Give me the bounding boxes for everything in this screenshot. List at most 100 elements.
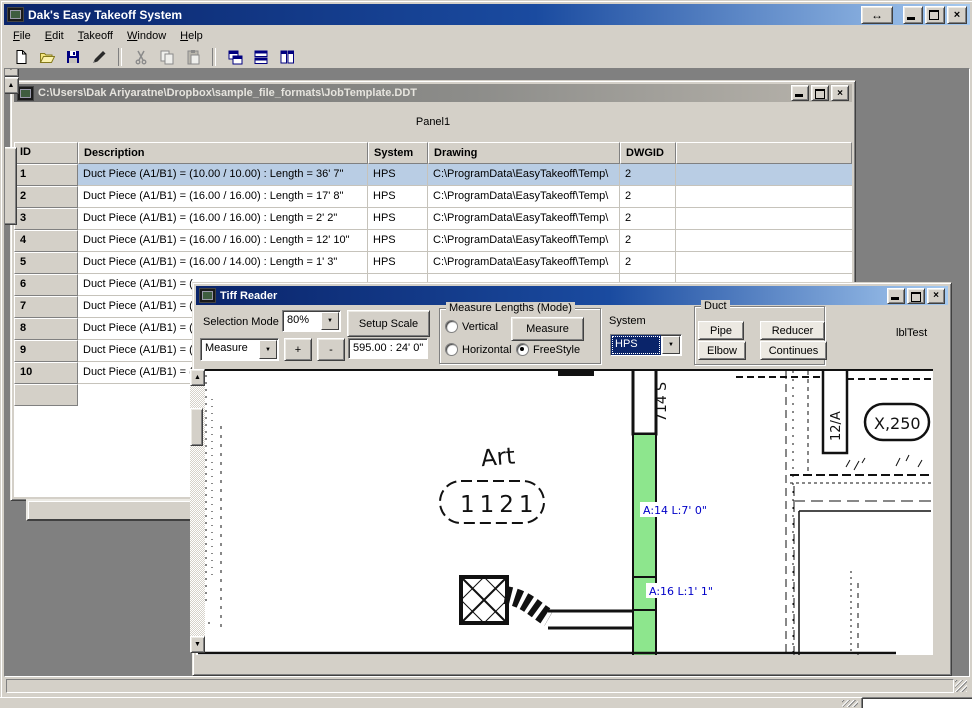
maximize-icon (815, 89, 825, 99)
cell-description[interactable]: Duct Piece (A1/B1) = (10.00 / 10.00) : L… (78, 164, 368, 186)
row-header-id[interactable]: 10 (14, 362, 78, 384)
row-header-id[interactable]: 5 (14, 252, 78, 274)
row-header-id[interactable]: 9 (14, 340, 78, 362)
duct-pipe-button[interactable]: Pipe (698, 321, 744, 340)
tile-horizontal-icon[interactable] (250, 47, 272, 67)
draw-icon[interactable] (88, 47, 110, 67)
chevron-down-icon[interactable]: ▼ (259, 340, 277, 359)
cell-dwgid[interactable]: 2 (620, 252, 676, 274)
zoom-in-button[interactable]: + (284, 338, 312, 361)
cell-system[interactable]: HPS (368, 164, 428, 186)
cell-dwgid[interactable]: 2 (620, 164, 676, 186)
scroll-down-arrow[interactable]: ▼ (190, 636, 205, 653)
cell-system[interactable]: HPS (368, 252, 428, 274)
row-header-id[interactable]: 1 (14, 164, 78, 186)
table-row[interactable]: 3Duct Piece (A1/B1) = (16.00 / 16.00) : … (14, 208, 852, 230)
column-header-drawing[interactable]: Drawing (428, 142, 620, 164)
save-icon[interactable] (62, 47, 84, 67)
scroll-up-arrow[interactable]: ▲ (190, 369, 205, 386)
cell-drawing[interactable]: C:\ProgramData\EasyTakeoff\Temp\ (428, 164, 620, 186)
cascade-windows-icon[interactable] (224, 47, 246, 67)
column-header-id[interactable]: ID (14, 142, 78, 164)
row-header-id[interactable]: 3 (14, 208, 78, 230)
resize-grip[interactable] (955, 680, 967, 692)
zoom-combobox[interactable]: 80% ▼ (282, 310, 341, 332)
duct-continues-button[interactable]: Continues (760, 341, 827, 360)
cell-dwgid[interactable]: 2 (620, 230, 676, 252)
tiff-minimize-button[interactable] (887, 288, 905, 304)
row-header-id[interactable]: 7 (14, 296, 78, 318)
duct-reducer-button[interactable]: Reducer (760, 321, 825, 340)
cell-description[interactable]: Duct Piece (A1/B1) = (16.00 / 14.00) : L… (78, 252, 368, 274)
measure-lengths-title: Measure Lengths (Mode) (446, 302, 575, 314)
column-header-system[interactable]: System (368, 142, 428, 164)
tiff-maximize-button[interactable] (907, 288, 925, 304)
radio-freestyle[interactable]: FreeStyle (516, 343, 580, 356)
tiff-reader-title: Tiff Reader (220, 290, 277, 302)
close-button[interactable]: × (947, 6, 967, 24)
cell-dwgid[interactable]: 2 (620, 186, 676, 208)
column-header-dwgid[interactable]: DWGID (620, 142, 676, 164)
cell-dwgid[interactable]: 2 (620, 208, 676, 230)
radio-icon (445, 320, 458, 333)
table-row[interactable]: 1Duct Piece (A1/B1) = (10.00 / 10.00) : … (14, 164, 852, 186)
scroll-thumb[interactable] (190, 408, 203, 446)
scroll-up-arrow[interactable]: ▲ (4, 77, 19, 94)
minimize-button[interactable] (903, 6, 923, 24)
chevron-down-icon[interactable]: ▼ (321, 312, 339, 330)
menu-file[interactable]: File (7, 28, 37, 44)
maximize-button[interactable] (925, 6, 945, 24)
minimize-icon (907, 17, 915, 20)
cell-drawing[interactable]: C:\ProgramData\EasyTakeoff\Temp\ (428, 186, 620, 208)
cell-description[interactable]: Duct Piece (A1/B1) = (16.00 / 16.00) : L… (78, 208, 368, 230)
row-header-id[interactable] (14, 384, 78, 406)
zoom-out-button[interactable]: - (317, 338, 345, 361)
menu-edit[interactable]: Edit (39, 28, 70, 44)
radio-horizontal[interactable]: Horizontal (445, 343, 512, 356)
chevron-down-icon[interactable]: ▼ (662, 336, 680, 354)
maximize-icon (929, 10, 939, 20)
table-row[interactable]: 2Duct Piece (A1/B1) = (16.00 / 16.00) : … (14, 186, 852, 208)
tiff-close-button[interactable]: × (927, 288, 945, 304)
cell-system[interactable]: HPS (368, 208, 428, 230)
job-maximize-button[interactable] (811, 85, 829, 101)
tile-vertical-icon[interactable] (276, 47, 298, 67)
row-header-id[interactable]: 8 (14, 318, 78, 340)
menu-takeoff[interactable]: Takeoff (72, 28, 119, 44)
column-header-description[interactable]: Description (78, 142, 368, 164)
menu-help[interactable]: Help (174, 28, 209, 44)
drawing-canvas[interactable]: 714 S Art 1121 1 (196, 369, 933, 655)
setup-scale-button[interactable]: Setup Scale (347, 310, 430, 337)
row-header-id[interactable]: 4 (14, 230, 78, 252)
menu-window[interactable]: Window (121, 28, 172, 44)
open-folder-icon[interactable] (36, 47, 58, 67)
scale-value-field[interactable]: 595.00 : 24' 0" (348, 338, 428, 359)
panel-label: Panel1 (416, 116, 450, 128)
row-header-id[interactable]: 6 (14, 274, 78, 296)
duct-elbow-button[interactable]: Elbow (698, 341, 746, 360)
cell-drawing[interactable]: C:\ProgramData\EasyTakeoff\Temp\ (428, 208, 620, 230)
cell-drawing[interactable]: C:\ProgramData\EasyTakeoff\Temp\ (428, 252, 620, 274)
job-minimize-button[interactable] (791, 85, 809, 101)
branch-tag-text: 12/A (829, 411, 844, 441)
row-header-id[interactable]: 2 (14, 186, 78, 208)
system-combobox[interactable]: HPS ▼ (610, 334, 682, 356)
table-row[interactable]: 4Duct Piece (A1/B1) = (16.00 / 16.00) : … (14, 230, 852, 252)
scroll-thumb[interactable] (4, 147, 17, 225)
swap-windows-button[interactable]: ↔ (861, 6, 893, 24)
cell-system[interactable]: HPS (368, 186, 428, 208)
new-file-icon[interactable] (10, 47, 32, 67)
table-row[interactable]: 5Duct Piece (A1/B1) = (16.00 / 14.00) : … (14, 252, 852, 274)
drawing-vertical-scrollbar[interactable]: ▲ ▼ (190, 369, 205, 653)
cell-system[interactable]: HPS (368, 230, 428, 252)
measure-mode-combobox[interactable]: Measure ▼ (200, 338, 279, 361)
cell-description[interactable]: Duct Piece (A1/B1) = (16.00 / 16.00) : L… (78, 186, 368, 208)
measure-button[interactable]: Measure (511, 317, 584, 341)
resize-grip[interactable] (842, 700, 858, 707)
cell-drawing[interactable]: C:\ProgramData\EasyTakeoff\Temp\ (428, 230, 620, 252)
job-close-button[interactable]: × (831, 85, 849, 101)
cell-description[interactable]: Duct Piece (A1/B1) = (16.00 / 16.00) : L… (78, 230, 368, 252)
duct-piece-highlight-lower[interactable] (633, 610, 656, 655)
scroll-down-arrow[interactable]: ▼ (4, 68, 19, 77)
radio-vertical[interactable]: Vertical (445, 320, 498, 333)
